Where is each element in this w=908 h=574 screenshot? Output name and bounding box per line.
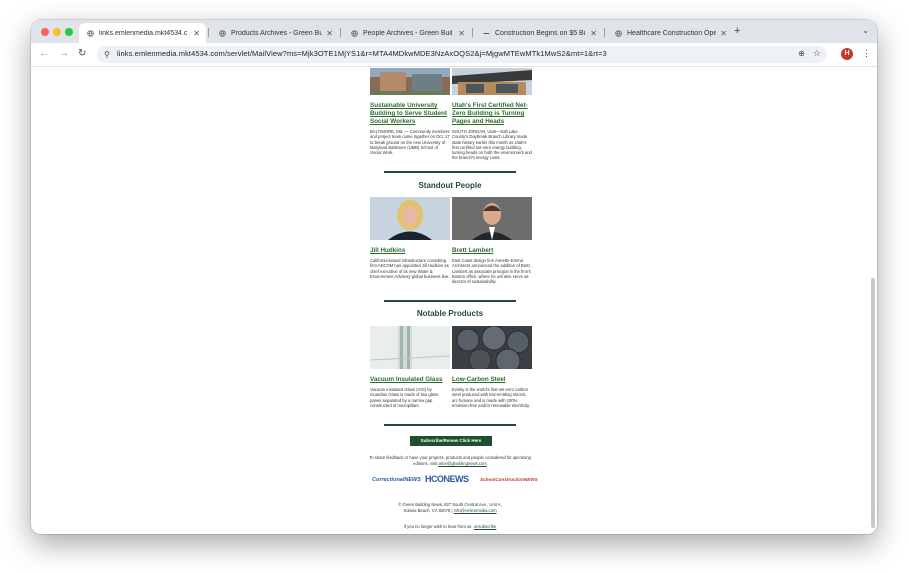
forward-arrow-icon[interactable]: → bbox=[59, 48, 69, 59]
tab-title: People Archives - Green Buil bbox=[363, 29, 453, 37]
product-name[interactable]: Vacuum Insulated Glass bbox=[370, 376, 450, 384]
person-card: Brett Lambert East Coast design firm Ann… bbox=[452, 197, 532, 284]
more-menu-icon[interactable]: ⋮ bbox=[862, 48, 871, 59]
page-viewport: Sustainable University Building to Serve… bbox=[31, 68, 877, 534]
close-tab-icon[interactable]: ✕ bbox=[458, 29, 465, 38]
close-tab-icon[interactable]: ✕ bbox=[193, 29, 200, 38]
minimize-window-button[interactable] bbox=[53, 28, 61, 36]
feedback-text: To share feedback or have your projects,… bbox=[368, 455, 532, 466]
reload-icon[interactable]: ↻ bbox=[78, 48, 86, 59]
products-section-title: Notable Products bbox=[416, 309, 484, 318]
product-card: Vacuum Insulated Glass Vacuum Insulated … bbox=[369, 326, 451, 408]
correctional-news-logo[interactable]: CorrectionalNEWS bbox=[372, 477, 421, 483]
browser-toolbar: ← → ↻ ⚲ links.emlenmedia.mkt4534.com/ser… bbox=[31, 43, 877, 67]
maximize-window-button[interactable] bbox=[65, 28, 73, 36]
globe-icon bbox=[219, 29, 226, 37]
project-body: BALTIMORE, Md. — Community members and p… bbox=[370, 129, 450, 156]
url-text[interactable]: links.emlenmedia.mkt4534.com/servlet/Mai… bbox=[117, 49, 607, 58]
globe-icon bbox=[351, 29, 358, 37]
address-email-link[interactable]: info@emlenmedia.com bbox=[454, 508, 497, 513]
close-tab-icon[interactable]: ✕ bbox=[326, 29, 333, 38]
address-bar[interactable]: ⚲ links.emlenmedia.mkt4534.com/servlet/M… bbox=[97, 46, 827, 63]
close-tab-icon[interactable]: ✕ bbox=[590, 29, 597, 38]
tab-separator bbox=[208, 28, 209, 37]
product-card: Low-Carbon Steel Evinity is the world's … bbox=[452, 325, 532, 408]
feedback-email-link[interactable]: alice@gbuildingnews.com bbox=[438, 461, 486, 466]
product-name[interactable]: Low-Carbon Steel bbox=[452, 376, 532, 384]
close-window-button[interactable] bbox=[41, 28, 49, 36]
footer-address: © Green Building News, 827 South Central… bbox=[368, 502, 532, 513]
browser-window: links.emlenmedia.mkt4534.c ✕ Products Ar… bbox=[31, 20, 877, 534]
project-body: SOUTH JORDAN, Utah—Salt Lake County's Da… bbox=[452, 129, 532, 161]
person-card: Jill Hudkins California-based infrastruc… bbox=[370, 197, 450, 279]
project-card: Sustainable University Building to Serve… bbox=[370, 68, 450, 155]
tab-title: Construction Begins on $5 Bi bbox=[495, 29, 586, 37]
tab-separator bbox=[340, 28, 341, 37]
tab-title: Products Archives - Green Bu bbox=[231, 29, 323, 37]
bookmark-star-icon[interactable]: ☆ bbox=[813, 48, 821, 59]
tab-0[interactable]: links.emlenmedia.mkt4534.c ✕ bbox=[79, 23, 206, 43]
dash-icon bbox=[483, 32, 490, 34]
product-body: Vacuum Insulated Glass (VIG) by Guardian… bbox=[370, 387, 439, 408]
scrollbar[interactable] bbox=[871, 278, 875, 528]
unsubscribe-message: If you no longer wish to hear from us, bbox=[403, 524, 473, 529]
unsubscribe-link[interactable]: unsubscribe bbox=[474, 524, 497, 529]
project-photo[interactable] bbox=[452, 68, 532, 95]
tab-separator bbox=[472, 28, 473, 37]
person-name[interactable]: Jill Hudkins bbox=[370, 247, 450, 255]
globe-icon bbox=[615, 29, 622, 37]
back-arrow-icon[interactable]: ← bbox=[39, 48, 49, 59]
globe-icon bbox=[87, 29, 94, 37]
new-tab-button[interactable]: + bbox=[734, 25, 740, 37]
tab-title: Healthcare Construction Ope bbox=[627, 29, 717, 37]
zoom-icon[interactable]: ⊕ bbox=[798, 49, 805, 58]
people-section-title: Standout People bbox=[418, 181, 482, 190]
unsubscribe-text: If you no longer wish to hear from us, u… bbox=[368, 524, 532, 530]
person-name[interactable]: Brett Lambert bbox=[452, 247, 532, 255]
tab-separator bbox=[604, 28, 605, 37]
profile-avatar[interactable]: H bbox=[841, 48, 853, 60]
project-title[interactable]: Sustainable University Building to Serve… bbox=[370, 102, 450, 126]
close-tab-icon[interactable]: ✕ bbox=[720, 29, 727, 38]
person-photo[interactable] bbox=[370, 197, 450, 240]
person-body: California-based infrastructure consulti… bbox=[370, 258, 450, 279]
site-settings-icon[interactable]: ⚲ bbox=[104, 50, 110, 59]
section-divider bbox=[384, 171, 516, 173]
project-card: Utah's First Certified Net-Zero Building… bbox=[452, 68, 532, 161]
product-body: Evinity is the world's first net-zero ca… bbox=[452, 387, 531, 408]
section-divider bbox=[384, 424, 516, 426]
project-title[interactable]: Utah's First Certified Net-Zero Building… bbox=[452, 102, 532, 126]
tab-search-chevron-icon[interactable]: ⌄ bbox=[862, 26, 869, 35]
school-construction-news-logo[interactable]: SchoolConstructionNEWS bbox=[480, 477, 538, 482]
tab-1[interactable]: Products Archives - Green Bu ✕ bbox=[211, 23, 339, 43]
person-body: East Coast design firm Annette-Emma Arch… bbox=[452, 258, 532, 285]
tab-3[interactable]: Construction Begins on $5 Bi ✕ bbox=[475, 23, 603, 43]
tab-2[interactable]: People Archives - Green Buil ✕ bbox=[343, 23, 471, 43]
section-divider bbox=[384, 300, 516, 302]
subscribe-button[interactable]: Subscribe/Renew Click Here bbox=[410, 436, 492, 446]
product-photo[interactable] bbox=[452, 325, 532, 374]
person-photo[interactable] bbox=[452, 197, 532, 240]
hco-news-logo[interactable]: HCONEWS bbox=[425, 474, 469, 484]
tab-4[interactable]: Healthcare Construction Ope ✕ bbox=[607, 23, 733, 43]
tab-title: links.emlenmedia.mkt4534.c bbox=[99, 29, 188, 37]
tab-strip: links.emlenmedia.mkt4534.c ✕ Products Ar… bbox=[31, 20, 877, 43]
project-photo[interactable] bbox=[370, 68, 450, 95]
address-line-2: Solana Beach, CA 92075 | info@emlenmedia… bbox=[403, 507, 497, 513]
product-photo[interactable] bbox=[369, 326, 451, 369]
